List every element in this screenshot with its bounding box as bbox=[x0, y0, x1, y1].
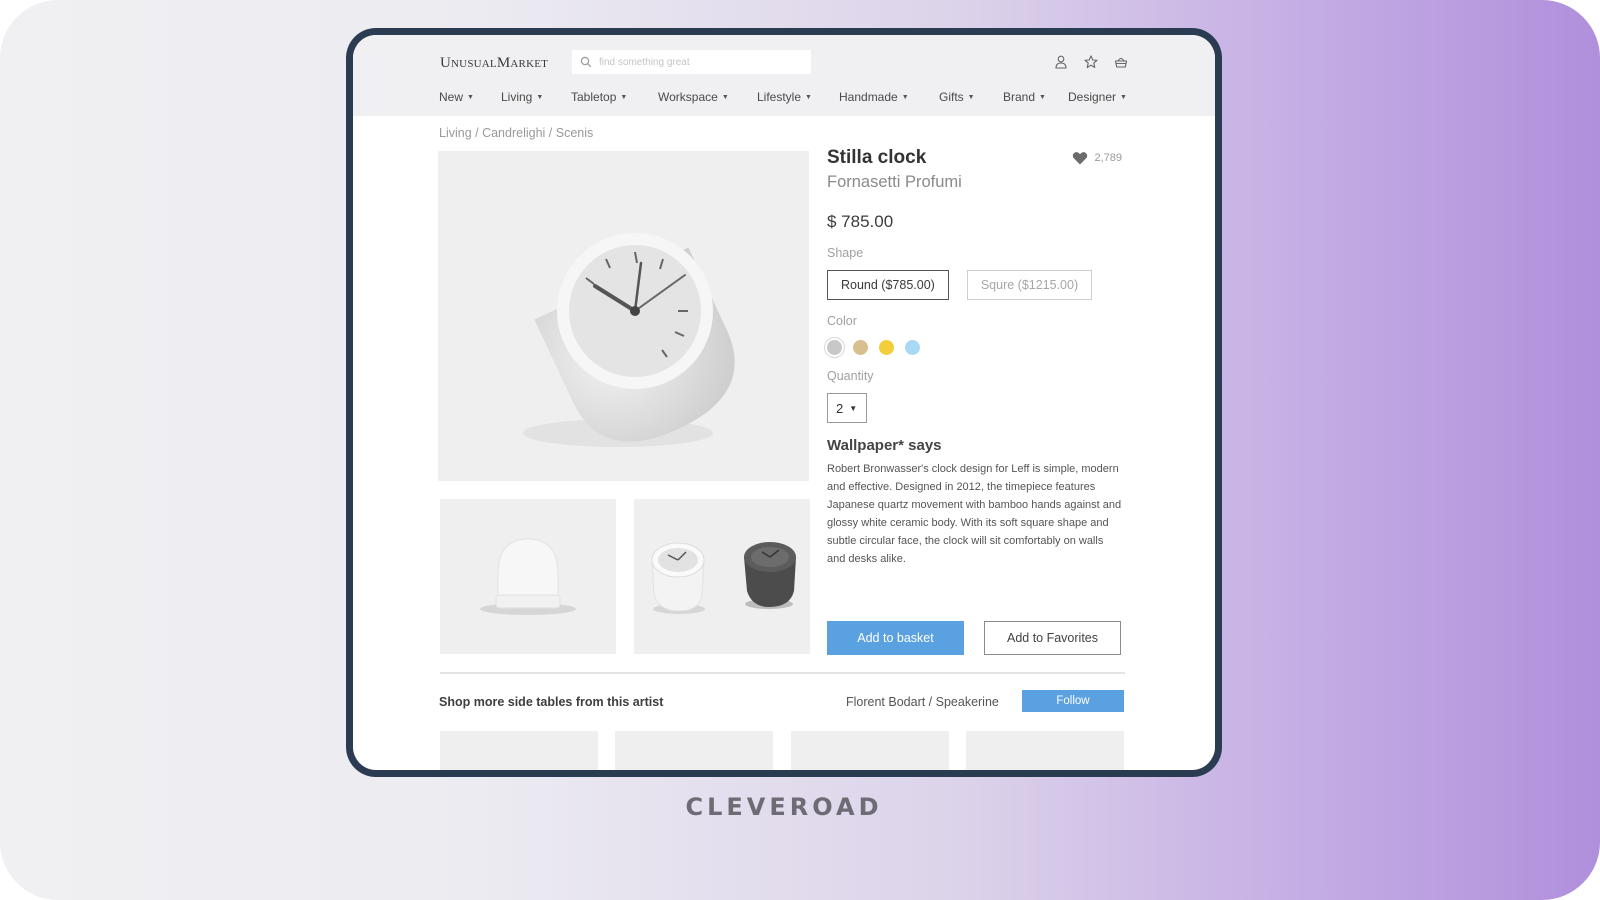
follow-button[interactable]: Follow bbox=[1022, 690, 1124, 712]
user-icon[interactable] bbox=[1053, 54, 1069, 70]
device-frame: UnusualMarket New▼ bbox=[346, 28, 1222, 777]
chevron-down-icon: ▼ bbox=[1039, 93, 1046, 101]
product-thumbnail[interactable] bbox=[440, 499, 616, 654]
related-product-card[interactable] bbox=[966, 731, 1124, 770]
search-input[interactable] bbox=[599, 56, 799, 68]
nav-item-gifts[interactable]: Gifts ▼ bbox=[939, 90, 1003, 104]
artist-link[interactable]: Florent Bodart / Speakerine bbox=[846, 695, 999, 709]
section-divider bbox=[440, 672, 1125, 674]
chevron-down-icon: ▼ bbox=[467, 93, 474, 101]
color-swatch-beige[interactable] bbox=[853, 340, 868, 355]
site-header: UnusualMarket New▼ bbox=[353, 35, 1215, 116]
color-swatch-light-blue[interactable] bbox=[905, 340, 920, 355]
product-main-image[interactable] bbox=[438, 151, 809, 481]
more-section-title: Shop more side tables from this artist bbox=[439, 695, 664, 709]
color-swatches bbox=[827, 340, 1122, 355]
chevron-down-icon: ▼ bbox=[536, 93, 544, 101]
chevron-down-icon: ▼ bbox=[967, 93, 975, 101]
shape-options: Round ($785.00) Squre ($1215.00) bbox=[827, 270, 1122, 300]
review-title: Wallpaper* says bbox=[827, 437, 942, 454]
main-nav: New ▼ Living ▼ Tabletop ▼ Workspace ▼ Lifest… bbox=[439, 90, 1138, 104]
chevron-down-icon: ▼ bbox=[721, 93, 729, 101]
shape-option-round[interactable]: Round ($785.00) bbox=[827, 270, 949, 300]
site-logo[interactable]: UnusualMarket bbox=[440, 55, 548, 72]
color-swatch-gray[interactable] bbox=[827, 340, 842, 355]
likes-counter[interactable]: 2,789 bbox=[1072, 151, 1122, 165]
nav-item-workspace[interactable]: Workspace ▼ bbox=[658, 90, 757, 104]
caret-down-icon: ▼ bbox=[849, 403, 858, 413]
nav-item-new[interactable]: New ▼ bbox=[439, 90, 501, 104]
product-thumbnail[interactable] bbox=[634, 499, 810, 654]
nav-item-brand[interactable]: Brand ▼ bbox=[1003, 90, 1068, 104]
chevron-down-icon: ▼ bbox=[620, 93, 628, 101]
search-bar[interactable] bbox=[572, 50, 811, 74]
add-to-basket-button[interactable]: Add to basket bbox=[827, 621, 964, 655]
nav-item-handmade[interactable]: Handmade ▼ bbox=[839, 90, 939, 104]
related-product-card[interactable] bbox=[440, 731, 598, 770]
add-to-favorites-button[interactable]: Add to Favorites bbox=[984, 621, 1121, 655]
nav-item-lifestyle[interactable]: Lifestyle ▼ bbox=[757, 90, 839, 104]
star-icon[interactable] bbox=[1083, 54, 1099, 70]
related-product-card[interactable] bbox=[615, 731, 773, 770]
chevron-down-icon: ▼ bbox=[901, 93, 909, 101]
browser-screen: UnusualMarket New▼ bbox=[353, 35, 1215, 770]
search-icon bbox=[580, 56, 592, 68]
likes-count: 2,789 bbox=[1094, 152, 1122, 164]
heart-icon bbox=[1073, 152, 1088, 165]
product-brand[interactable]: Fornasetti Profumi bbox=[827, 173, 1122, 192]
shape-label: Shape bbox=[827, 246, 864, 260]
color-label: Color bbox=[827, 314, 857, 328]
shape-option-square[interactable]: Squre ($1215.00) bbox=[966, 270, 1093, 300]
breadcrumb[interactable]: Living / Candrelighi / Scenis bbox=[439, 126, 593, 140]
nav-item-designer[interactable]: Designer ▼ bbox=[1068, 90, 1138, 104]
quantity-label: Quantity bbox=[827, 369, 874, 383]
nav-item-living[interactable]: Living ▼ bbox=[501, 90, 571, 104]
product-price: $ 785.00 bbox=[827, 212, 894, 231]
watermark-logo: CLEVEROAD bbox=[685, 793, 883, 821]
basket-icon[interactable] bbox=[1113, 54, 1129, 70]
chevron-down-icon: ▼ bbox=[1120, 93, 1127, 101]
product-info: Stilla clock 2,789 Fornasetti Profumi $ … bbox=[827, 147, 1122, 568]
color-swatch-yellow[interactable] bbox=[879, 340, 894, 355]
related-product-card[interactable] bbox=[791, 731, 949, 770]
header-icons bbox=[1053, 54, 1129, 70]
nav-item-tabletop[interactable]: Tabletop ▼ bbox=[571, 90, 658, 104]
review-text: Robert Bronwasser's clock design for Lef… bbox=[827, 463, 1122, 565]
chevron-down-icon: ▼ bbox=[805, 93, 812, 101]
quantity-select[interactable]: 2 ▼ bbox=[827, 393, 867, 423]
quantity-value: 2 bbox=[836, 400, 844, 416]
